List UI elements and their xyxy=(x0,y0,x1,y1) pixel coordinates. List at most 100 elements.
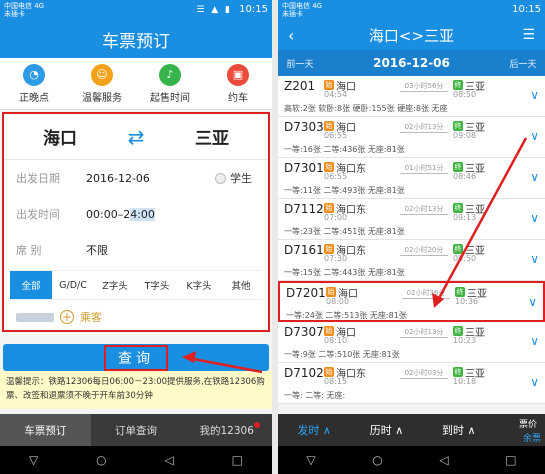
sort-bar: 发时 ∧ 历时 ∧ 到时 ∧ 票价 余票 xyxy=(278,414,545,446)
train-row[interactable]: D7301 始海口东 06:55 01小时51分终三亚 08:46 一等:11张 二等:4… xyxy=(278,158,545,199)
recent-icon[interactable]: □ xyxy=(232,453,243,467)
seat-availability: 一等:23张 二等:451张 无座:81张 xyxy=(284,227,405,236)
clock-icon: ◔ xyxy=(23,63,45,86)
nav-down-icon[interactable]: ▽ xyxy=(29,453,38,467)
type-k[interactable]: K字头 xyxy=(178,271,220,299)
system-nav: ▽ ○ ◁ □ xyxy=(0,446,272,474)
origin-badge-icon: 始 xyxy=(326,287,336,297)
train-row[interactable]: D7307 始海口 08:10 02小时13分终三亚 10:23 一等:9张 二等:510… xyxy=(278,322,545,363)
chevron-down-icon[interactable]: ∨ xyxy=(530,211,539,225)
date-row[interactable]: 出发日期 2016-12-06 学生 xyxy=(4,160,268,196)
query-button[interactable]: 查询 xyxy=(3,344,269,371)
arrive-time: 08:46 xyxy=(453,172,477,181)
seat-value: 不限 xyxy=(86,244,108,257)
prev-day-button[interactable]: 前一天 xyxy=(278,57,322,70)
arrive-time: 10:18 xyxy=(453,377,477,386)
sort-arrival[interactable]: 到时 ∧ xyxy=(423,422,495,438)
chevron-down-icon[interactable]: ∨ xyxy=(528,295,537,309)
chevron-down-icon[interactable]: ∨ xyxy=(530,334,539,348)
train-row[interactable]: D7112 始海口东 07:00 02小时13分终三亚 09:13 一等:23张 二等:4… xyxy=(278,199,545,240)
depart-time: 08:10 xyxy=(324,336,348,345)
sort-price[interactable]: 票价 余票 xyxy=(495,414,545,446)
origin-badge-icon: 始 xyxy=(324,80,334,90)
train-number: D7301 xyxy=(284,161,324,175)
time-value: 00:00–2 xyxy=(86,207,131,221)
bell-icon: ♪ xyxy=(159,63,181,86)
sim-status: 未插卡 xyxy=(4,10,25,18)
nav-orders[interactable]: 订单查询 xyxy=(91,414,182,446)
quick-car[interactable]: ▣ 约车 xyxy=(204,58,272,109)
from-station[interactable]: 海口 xyxy=(4,124,116,149)
type-t[interactable]: T字头 xyxy=(136,271,178,299)
terminal-badge-icon: 终 xyxy=(453,244,463,254)
left-screen: 中国电信 4G 未插卡 ☰ ▲ ▮ 10:15 车票预订 ◔ 正晚点 ☺ 温馨服… xyxy=(0,0,272,474)
type-gdc[interactable]: G/D/C xyxy=(52,271,94,299)
route-title: 海口<>三亚 xyxy=(368,26,455,45)
origin-badge-icon: 始 xyxy=(324,326,334,336)
train-row[interactable]: D7102 始海口东 08:15 02小时03分终三亚 10:18 一等: 二等: 无座:… xyxy=(278,363,545,404)
quick-sale-time[interactable]: ♪ 起售时间 xyxy=(136,58,204,109)
train-row[interactable]: D7201 始海口 08:00 02小时36分终三亚 10:36 一等:24张 二等:51… xyxy=(278,281,545,322)
train-row[interactable]: D7303 始海口 06:55 02小时13分终三亚 09:08 一等:16张 二等:43… xyxy=(278,117,545,158)
duration: 02小时13分 xyxy=(400,327,448,338)
seat-availability: 一等:24张 二等:513张 无座:81张 xyxy=(286,311,407,320)
chevron-down-icon[interactable]: ∨ xyxy=(530,375,539,389)
sort-departure[interactable]: 发时 ∧ xyxy=(278,422,350,438)
train-row[interactable]: D7161 始海口东 07:30 02小时20分终三亚 09:50 一等:15张 二等:4… xyxy=(278,240,545,281)
menu-icon[interactable]: ☰ xyxy=(522,27,535,43)
back-arrow-icon[interactable]: ‹ xyxy=(288,26,294,45)
terminal-badge-icon: 终 xyxy=(453,367,463,377)
chevron-down-icon[interactable]: ∨ xyxy=(530,129,539,143)
duration: 02小时03分 xyxy=(400,368,448,379)
current-date[interactable]: 2016-12-06 xyxy=(322,56,501,70)
seat-row[interactable]: 席 别 不限 xyxy=(4,232,268,268)
chevron-down-icon[interactable]: ∨ xyxy=(530,88,539,102)
nav-my12306[interactable]: 我的12306 xyxy=(181,414,272,446)
chevron-down-icon[interactable]: ∨ xyxy=(530,252,539,266)
swap-icon[interactable]: ⇄ xyxy=(116,125,156,149)
back-icon[interactable]: ◁ xyxy=(439,453,448,467)
duration: 02小时13分 xyxy=(400,122,448,133)
quick-actions: ◔ 正晚点 ☺ 温馨服务 ♪ 起售时间 ▣ 约车 xyxy=(0,58,272,110)
status-time: 10:15 xyxy=(239,4,268,15)
time-row[interactable]: 出发时间 00:00–24:00 xyxy=(4,196,268,232)
sort-duration[interactable]: 历时 ∧ xyxy=(350,422,422,438)
home-icon[interactable]: ○ xyxy=(96,453,106,467)
chevron-down-icon[interactable]: ∨ xyxy=(530,170,539,184)
type-other[interactable]: 其他 xyxy=(220,271,262,299)
seat-availability: 高软:2张 软卧:8张 硬卧:155张 硬座:8张 无座 xyxy=(284,104,448,113)
type-all[interactable]: 全部 xyxy=(10,271,52,299)
seat-availability: 一等: 二等: 无座: xyxy=(284,391,346,400)
train-number: D7102 xyxy=(284,366,324,380)
add-icon[interactable]: + xyxy=(60,310,74,324)
train-list: Z201 始海口 04:54 03小时56分终三亚 08:50 高软:2张 软卧:8张 硬… xyxy=(278,76,545,404)
nav-booking[interactable]: 车票预订 xyxy=(0,414,91,446)
train-number: D7307 xyxy=(284,325,324,339)
duration: 02小时13分 xyxy=(400,204,448,215)
back-icon[interactable]: ◁ xyxy=(165,453,174,467)
next-day-button[interactable]: 后一天 xyxy=(501,57,545,70)
passenger-row[interactable]: + 乘客 xyxy=(4,302,268,332)
train-row[interactable]: Z201 始海口 04:54 03小时56分终三亚 08:50 高软:2张 软卧:8张 硬… xyxy=(278,76,545,117)
recent-icon[interactable]: □ xyxy=(505,453,516,467)
date-value: 2016-12-06 xyxy=(86,171,150,185)
quick-delay-status[interactable]: ◔ 正晚点 xyxy=(0,58,68,109)
signal-icons: ☰ ▲ ▮ xyxy=(196,5,232,15)
student-toggle[interactable]: 学生 xyxy=(215,170,252,186)
depart-time: 06:55 xyxy=(324,131,348,140)
car-icon: ▣ xyxy=(227,63,249,86)
origin-badge-icon: 始 xyxy=(324,203,334,213)
train-number: D7112 xyxy=(284,202,324,216)
duration: 03小时56分 xyxy=(400,81,448,92)
seat-availability: 一等:15张 二等:443张 无座:81张 xyxy=(284,268,405,277)
type-z[interactable]: Z字头 xyxy=(94,271,136,299)
origin-badge-icon: 始 xyxy=(324,244,334,254)
status-bar: 中国电信 4G 未插卡 10:15 xyxy=(278,0,545,20)
quick-service[interactable]: ☺ 温馨服务 xyxy=(68,58,136,109)
nav-down-icon[interactable]: ▽ xyxy=(306,453,315,467)
right-screen: 中国电信 4G 未插卡 10:15 ‹ 海口<>三亚 ☰ 前一天 2016-12… xyxy=(278,0,545,474)
home-icon[interactable]: ○ xyxy=(372,453,382,467)
to-station[interactable]: 三亚 xyxy=(156,124,268,149)
arrive-time: 10:23 xyxy=(453,336,477,345)
depart-time: 07:30 xyxy=(324,254,348,263)
